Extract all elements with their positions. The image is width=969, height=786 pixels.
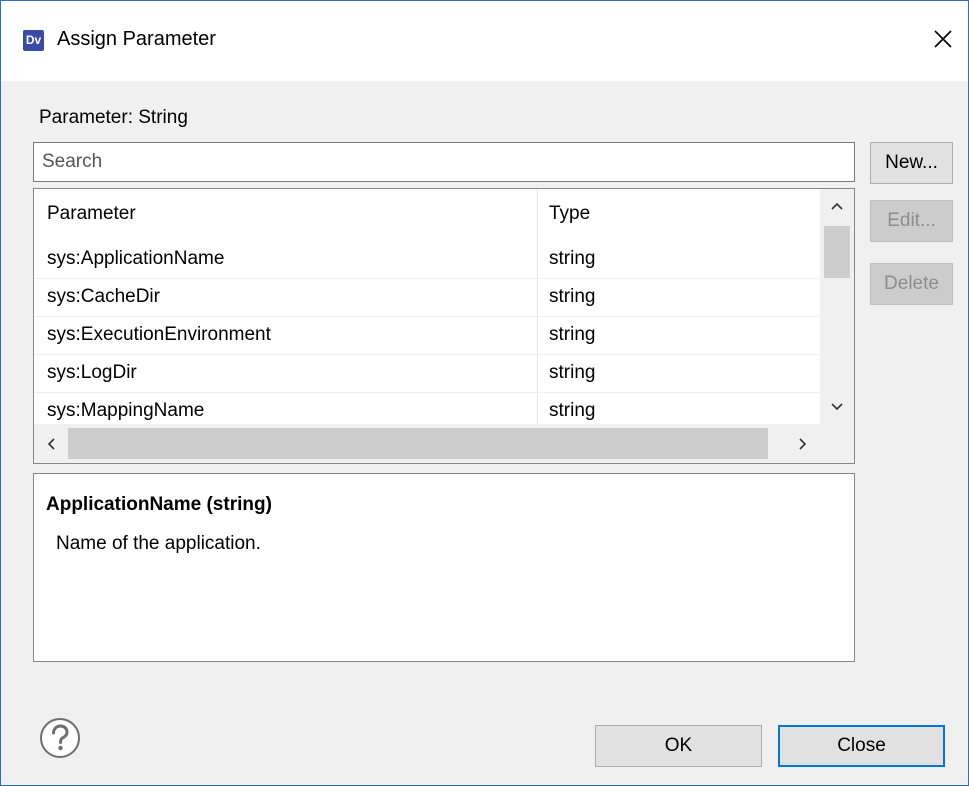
table-row[interactable]: sys:ApplicationName string xyxy=(34,241,820,279)
title-bar: Dv Assign Parameter xyxy=(1,1,968,81)
app-icon: Dv xyxy=(23,30,44,51)
vertical-scrollbar[interactable] xyxy=(820,189,854,424)
table-header: Parameter Type xyxy=(34,189,820,241)
new-button[interactable]: New... xyxy=(870,142,953,184)
delete-button[interactable]: Delete xyxy=(870,263,953,305)
parameter-cell: sys:LogDir xyxy=(47,362,137,383)
help-icon[interactable] xyxy=(38,716,82,760)
scroll-down-icon[interactable] xyxy=(820,390,854,424)
type-cell: string xyxy=(549,324,596,345)
column-header-parameter[interactable]: Parameter xyxy=(47,203,136,225)
parameter-cell: sys:ExecutionEnvironment xyxy=(47,324,271,345)
search-input[interactable] xyxy=(33,142,855,182)
edit-button[interactable]: Edit... xyxy=(870,200,953,242)
column-header-type[interactable]: Type xyxy=(549,203,590,225)
vertical-scroll-thumb[interactable] xyxy=(824,226,850,278)
type-cell: string xyxy=(549,400,596,421)
type-cell: string xyxy=(549,248,596,269)
window-title: Assign Parameter xyxy=(57,28,216,50)
scroll-left-icon[interactable] xyxy=(34,424,68,463)
parameter-table: Parameter Type sys:ApplicationName strin… xyxy=(33,188,855,464)
type-cell: string xyxy=(549,286,596,307)
parameter-type-label: Parameter: String xyxy=(39,107,188,128)
type-cell: string xyxy=(549,362,596,383)
description-title: ApplicationName (string) xyxy=(46,494,272,515)
scroll-up-icon[interactable] xyxy=(820,189,854,223)
scrollbar-corner xyxy=(820,424,854,463)
horizontal-scrollbar[interactable] xyxy=(34,424,820,463)
horizontal-scroll-thumb[interactable] xyxy=(68,428,768,459)
table-row[interactable]: sys:LogDir string xyxy=(34,355,820,393)
parameter-cell: sys:CacheDir xyxy=(47,286,160,307)
scroll-right-icon[interactable] xyxy=(786,424,820,463)
description-panel: ApplicationName (string) Name of the app… xyxy=(33,473,855,662)
assign-parameter-dialog: Dv Assign Parameter Parameter: String Ne… xyxy=(0,0,969,786)
parameter-cell: sys:MappingName xyxy=(47,400,205,421)
table-row[interactable]: sys:ExecutionEnvironment string xyxy=(34,317,820,355)
table-row[interactable]: sys:CacheDir string xyxy=(34,279,820,317)
close-button[interactable]: Close xyxy=(778,725,945,767)
close-icon[interactable] xyxy=(921,19,965,59)
ok-button[interactable]: OK xyxy=(595,725,762,767)
description-text: Name of the application. xyxy=(56,533,261,554)
parameter-cell: sys:ApplicationName xyxy=(47,248,225,269)
